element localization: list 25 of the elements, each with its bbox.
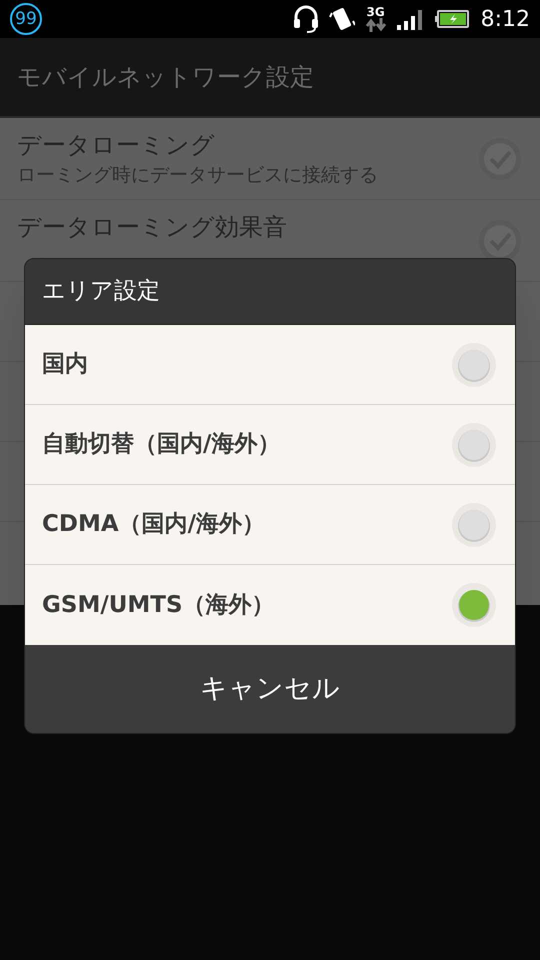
option-row[interactable]: 自動切替（国内/海外） [25, 405, 515, 485]
battery-icon [434, 10, 469, 28]
option-label: GSM/UMTS（海外） [42, 590, 276, 620]
signal-icon [396, 8, 423, 30]
option-row[interactable]: GSM/UMTS（海外） [25, 565, 515, 645]
vibrate-icon [328, 5, 355, 33]
network-type: 3G [366, 6, 385, 18]
screen-title: モバイルネットワーク設定 [17, 62, 314, 93]
cancel-button[interactable]: キャンセル [180, 658, 360, 720]
headset-icon [292, 5, 319, 33]
option-label: 国内 [42, 350, 89, 380]
radio-button[interactable] [451, 502, 497, 548]
radio-button[interactable] [451, 342, 497, 388]
setting-title: データローミング効果音 [17, 212, 288, 242]
option-label: CDMA（国内/海外） [42, 510, 266, 540]
radio-button[interactable] [451, 582, 497, 628]
setting-title: データローミング [17, 130, 216, 160]
clock: 8:12 [480, 6, 530, 34]
dialog-title: エリア設定 [42, 277, 160, 306]
data-arrows-icon [364, 18, 387, 32]
option-row[interactable]: CDMA（国内/海外） [25, 485, 515, 565]
notification-badge: 99 [10, 3, 42, 35]
option-row[interactable]: 国内 [25, 325, 515, 405]
radio-button[interactable] [451, 422, 497, 468]
option-label: 自動切替（国内/海外） [42, 430, 282, 460]
